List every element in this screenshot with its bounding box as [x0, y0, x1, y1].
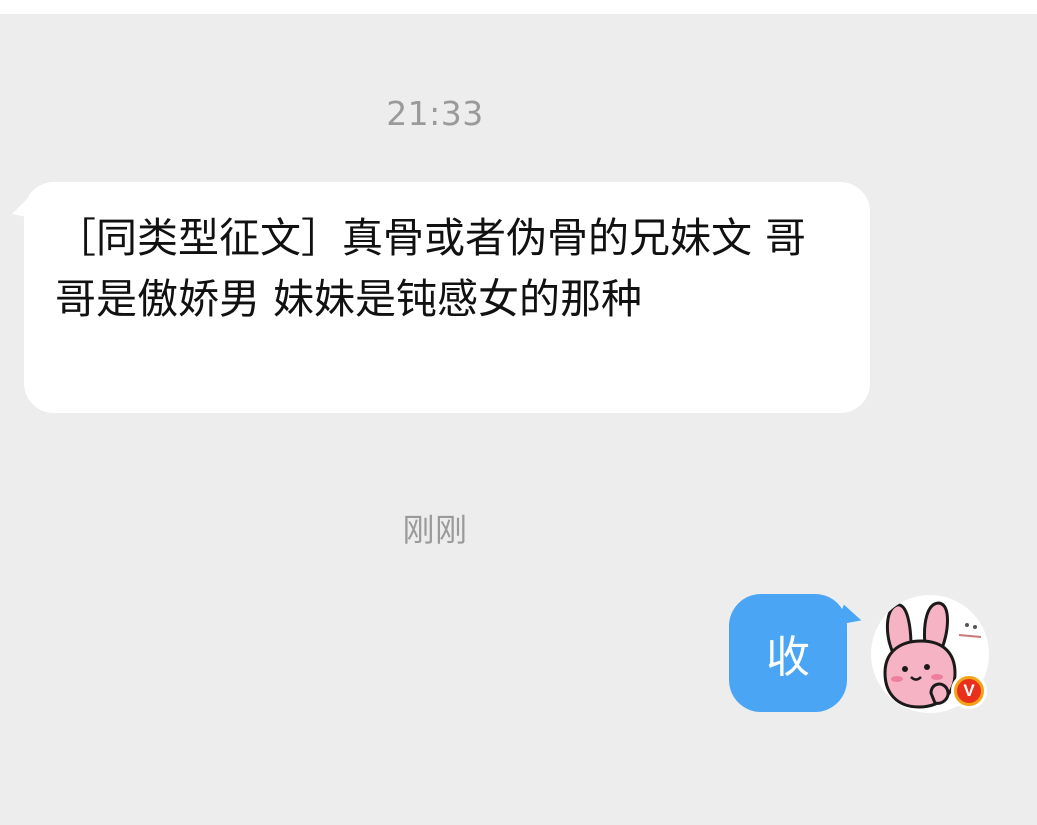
outgoing-message-text: 收 — [766, 632, 810, 683]
incoming-message-bubble[interactable]: ［同类型征文］真骨或者伪骨的兄妹文 哥哥是傲娇男 妹妹是钝感女的那种 — [24, 182, 870, 413]
vip-verified-icon: V — [957, 679, 981, 703]
incoming-message-text: ［同类型征文］真骨或者伪骨的兄妹文 哥哥是傲娇男 妹妹是钝感女的那种 — [55, 214, 807, 323]
vip-badge: V — [951, 673, 987, 709]
message-timestamp: 21:33 — [386, 94, 484, 133]
message-timestamp-recent: 刚刚 — [402, 511, 468, 549]
top-bar — [0, 0, 1037, 14]
outgoing-message-bubble[interactable]: 收 — [729, 594, 847, 712]
chat-screen: 21:33 ［同类型征文］真骨或者伪骨的兄妹文 哥哥是傲娇男 妹妹是钝感女的那种… — [0, 0, 1037, 825]
